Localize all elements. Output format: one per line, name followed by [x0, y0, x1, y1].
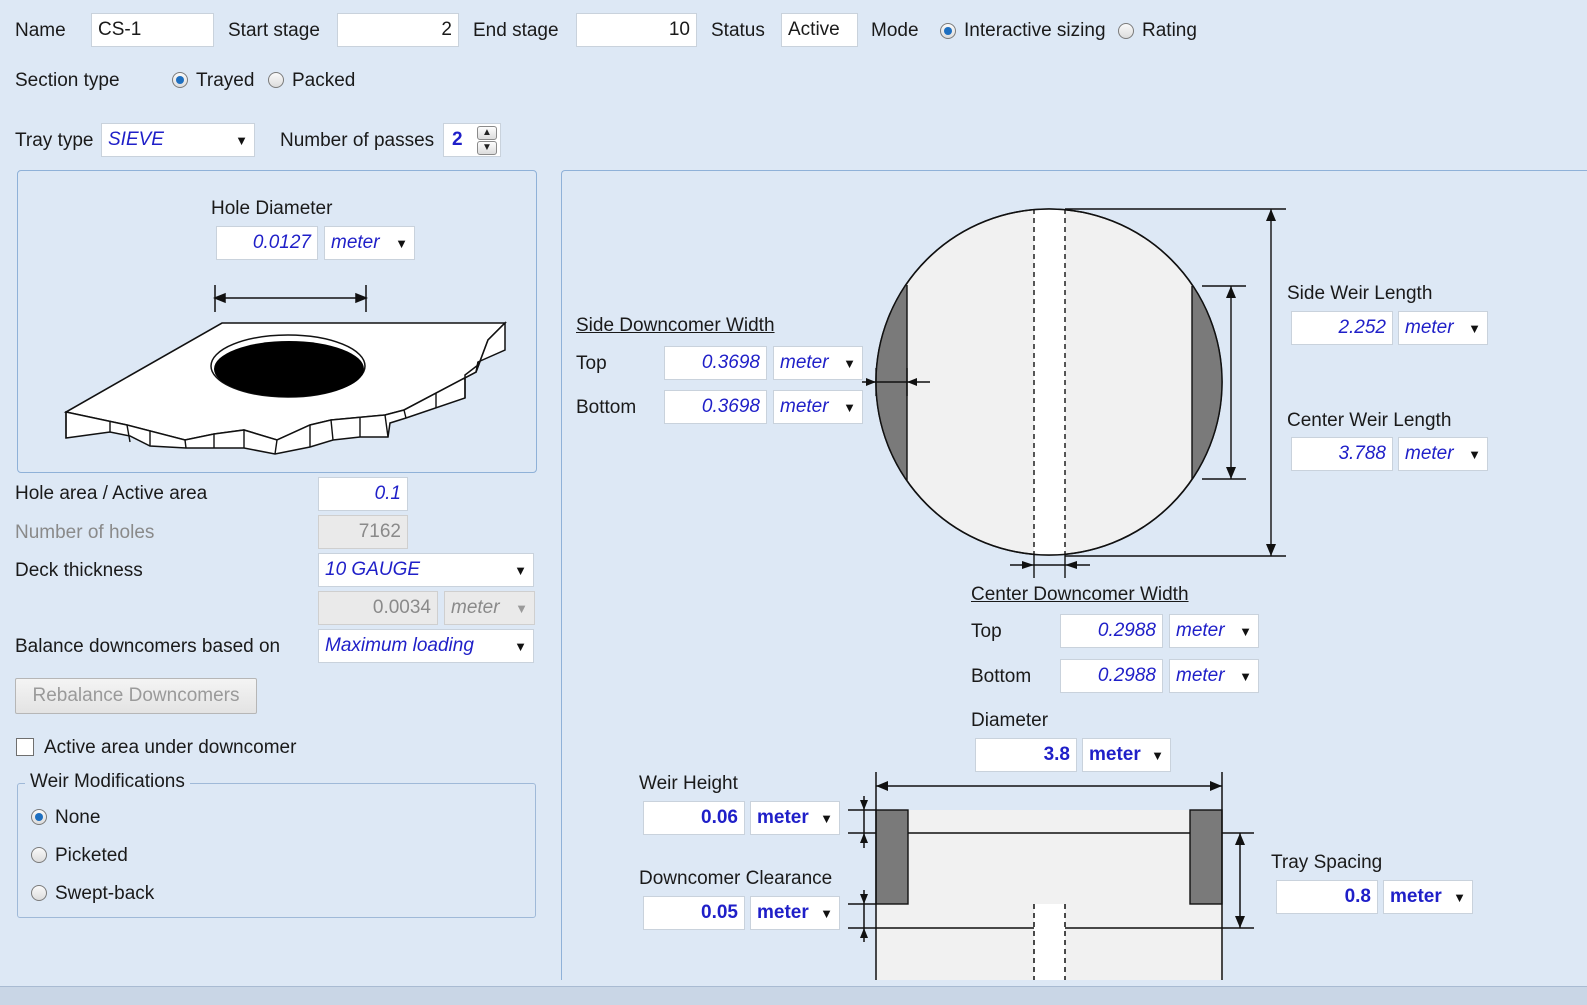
tray-spacing-unit-dropdown[interactable]: meter ▼ — [1383, 880, 1473, 914]
chevron-down-icon: ▼ — [1468, 447, 1481, 462]
side-downcomer-bottom-input[interactable]: 0.3698 — [664, 390, 767, 424]
side-downcomer-top-unit: meter — [780, 352, 829, 373]
center-downcomer-title: Center Downcomer Width — [971, 584, 1189, 605]
bottom-edge — [0, 986, 1587, 1005]
side-weir-length-unit: meter — [1405, 317, 1454, 338]
downcomer-clearance-unit: meter — [757, 902, 809, 923]
chevron-down-icon: ▼ — [820, 811, 833, 826]
weir-height-unit: meter — [757, 807, 809, 828]
diameter-input[interactable]: 3.8 — [975, 738, 1077, 772]
center-downcomer-bottom-input[interactable]: 0.2988 — [1060, 659, 1163, 693]
chevron-down-icon: ▼ — [1239, 624, 1252, 639]
side-downcomer-title: Side Downcomer Width — [576, 315, 775, 336]
center-downcomer-top-label: Top — [971, 621, 1002, 642]
side-downcomer-bottom-label: Bottom — [576, 397, 637, 418]
center-downcomer-bottom-unit-dropdown[interactable]: meter ▼ — [1169, 659, 1259, 693]
chevron-down-icon: ▼ — [843, 400, 856, 415]
tray-spacing-input[interactable]: 0.8 — [1276, 880, 1378, 914]
weir-height-label: Weir Height — [639, 773, 738, 794]
center-weir-length-label: Center Weir Length — [1287, 410, 1452, 431]
weir-height-unit-dropdown[interactable]: meter ▼ — [750, 801, 840, 835]
center-downcomer-top-unit: meter — [1176, 620, 1225, 641]
downcomer-clearance-label: Downcomer Clearance — [639, 868, 833, 889]
center-weir-length-input[interactable]: 3.788 — [1291, 437, 1393, 471]
side-downcomer-bottom-unit: meter — [780, 396, 829, 417]
diameter-unit: meter — [1089, 744, 1141, 765]
diameter-label: Diameter — [971, 710, 1049, 731]
downcomer-clearance-input[interactable]: 0.05 — [643, 896, 745, 930]
center-downcomer-top-unit-dropdown[interactable]: meter ▼ — [1169, 614, 1259, 648]
chevron-down-icon: ▼ — [1453, 890, 1466, 905]
center-weir-length-unit-dropdown[interactable]: meter ▼ — [1398, 437, 1488, 471]
diameter-unit-dropdown[interactable]: meter ▼ — [1082, 738, 1171, 772]
downcomer-clearance-unit-dropdown[interactable]: meter ▼ — [750, 896, 840, 930]
center-weir-length-unit: meter — [1405, 443, 1454, 464]
side-weir-length-input[interactable]: 2.252 — [1291, 311, 1393, 345]
center-downcomer-top-input[interactable]: 0.2988 — [1060, 614, 1163, 648]
chevron-down-icon: ▼ — [1151, 748, 1164, 763]
chevron-down-icon: ▼ — [820, 906, 833, 921]
tray-spacing-label: Tray Spacing — [1271, 852, 1383, 873]
weir-height-input[interactable]: 0.06 — [643, 801, 745, 835]
side-downcomer-bottom-unit-dropdown[interactable]: meter ▼ — [773, 390, 863, 424]
side-downcomer-top-unit-dropdown[interactable]: meter ▼ — [773, 346, 863, 380]
tray-spacing-unit: meter — [1390, 886, 1442, 907]
side-downcomer-top-input[interactable]: 0.3698 — [664, 346, 767, 380]
center-downcomer-bottom-label: Bottom — [971, 666, 1032, 687]
chevron-down-icon: ▼ — [843, 356, 856, 371]
center-downcomer-bottom-unit: meter — [1176, 665, 1225, 686]
chevron-down-icon: ▼ — [1468, 321, 1481, 336]
chevron-down-icon: ▼ — [1239, 669, 1252, 684]
side-downcomer-top-label: Top — [576, 353, 607, 374]
side-weir-length-unit-dropdown[interactable]: meter ▼ — [1398, 311, 1488, 345]
side-weir-length-label: Side Weir Length — [1287, 283, 1433, 304]
